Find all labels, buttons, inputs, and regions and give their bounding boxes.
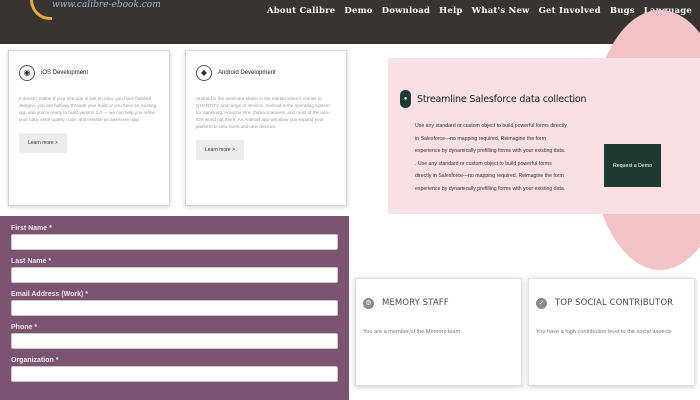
android-learn-more-button[interactable]: Learn more >	[196, 140, 244, 160]
promo-line: experience by dynamically prefilling for…	[415, 148, 566, 155]
calibre-logo-icon[interactable]	[30, 0, 52, 20]
card-description: It doesn't matter if your iOS app is jus…	[19, 96, 157, 122]
salesforce-badge-icon: ●	[400, 90, 411, 108]
badge-title: TOP SOCIAL CONTRIBUTOR	[555, 298, 674, 308]
gear-icon: ⚙	[363, 297, 374, 309]
promo-line: Use any standard or custom object to bui…	[415, 123, 567, 129]
nav-item-demo[interactable]: Demo	[344, 6, 372, 16]
android-development-card: ◆ Android Development Android is the dom…	[185, 50, 347, 206]
organization-field[interactable]	[11, 366, 338, 382]
memory-staff-badge-card: ⚙ MEMORY STAFF You are a member of the M…	[355, 278, 522, 386]
nav-item-download[interactable]: Download	[382, 6, 431, 16]
android-icon: ◆	[196, 65, 212, 81]
organization-label: Organization *	[11, 357, 59, 364]
email-field[interactable]	[11, 300, 338, 316]
last-name-field[interactable]	[11, 267, 338, 283]
shield-check-icon: ✓	[536, 297, 547, 309]
ios-learn-more-button[interactable]: Learn more >	[19, 133, 67, 153]
nav-item-whats-new[interactable]: What's New	[472, 6, 530, 16]
ios-development-card: ◉ iOS Development It doesn't matter if y…	[8, 50, 170, 206]
contact-form: First Name * Last Name * Email Address (…	[0, 216, 349, 400]
card-description: Android is the dominant player in the ma…	[196, 96, 330, 129]
main-nav: About Calibre Demo Download Help What's …	[267, 6, 692, 16]
last-name-label: Last Name *	[11, 258, 52, 265]
request-demo-button[interactable]: Request a Demo	[604, 144, 661, 187]
nav-item-bugs[interactable]: Bugs	[610, 6, 635, 16]
card-title: Android Development	[218, 70, 276, 76]
promo-line: directly in Salesforce—no mapping requir…	[415, 173, 564, 180]
phone-label: Phone *	[11, 324, 38, 331]
first-name-field[interactable]	[11, 234, 338, 250]
promo-title: Streamline Salesforce data collection	[417, 93, 587, 105]
promo-line: experience by dynamically prefilling for…	[415, 185, 566, 192]
badge-description: You are a member of the Memory team	[363, 329, 461, 335]
email-label: Email Address (Work) *	[11, 291, 89, 298]
nav-item-about-calibre[interactable]: About Calibre	[267, 6, 335, 16]
ios-icon: ◉	[19, 65, 35, 81]
promo-line: . Use any standard or custom object to b…	[415, 160, 552, 167]
top-nav-bar: www.calibre-ebook.com About Calibre Demo…	[0, 0, 700, 44]
first-name-label: First Name *	[11, 225, 52, 232]
top-social-contributor-badge-card: ✓ TOP SOCIAL CONTRIBUTOR You have a high…	[528, 278, 695, 386]
nav-item-get-involved[interactable]: Get Involved	[539, 6, 601, 16]
logo-text[interactable]: www.calibre-ebook.com	[52, 0, 161, 10]
badge-title: MEMORY STAFF	[382, 298, 449, 308]
promo-description: Use any standard or custom object to bui…	[415, 120, 600, 196]
promo-line: in Salesforce—no mapping required. Reima…	[415, 135, 546, 142]
salesforce-promo: ● Streamline Salesforce data collection …	[400, 90, 600, 196]
nav-item-help[interactable]: Help	[439, 6, 462, 16]
card-title: iOS Development	[41, 70, 89, 76]
phone-field[interactable]	[11, 333, 338, 349]
badge-description: You have a high contribution level to th…	[536, 329, 672, 335]
